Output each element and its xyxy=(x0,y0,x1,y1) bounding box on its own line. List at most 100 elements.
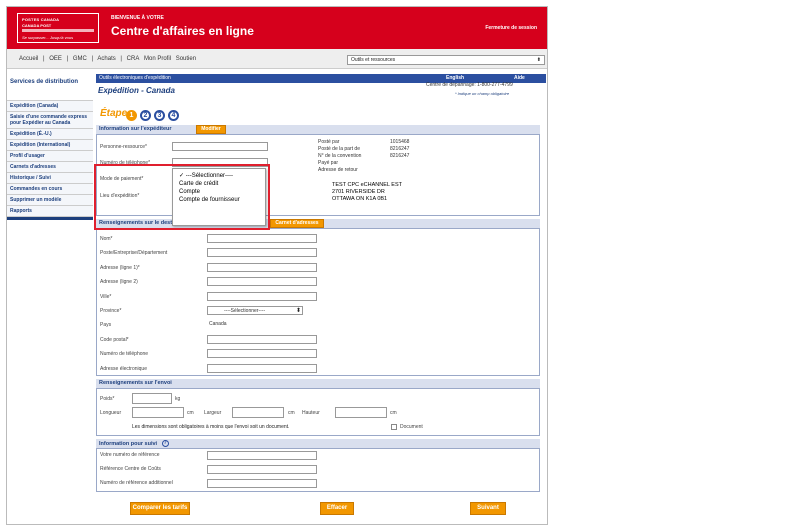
sidebar-item-expedition-canada[interactable]: Expédition (Canada) xyxy=(7,101,93,112)
shipment-heading: Renseignements sur l'envoi xyxy=(96,379,540,388)
length-label: Longueur xyxy=(100,410,122,416)
menu-accueil[interactable]: Accueil xyxy=(19,56,38,62)
recipient-field-input[interactable] xyxy=(207,248,317,258)
help-link[interactable]: Aide xyxy=(514,75,525,81)
info-value-paye-par: 8216247 xyxy=(390,153,410,159)
menu-mon-profil[interactable]: Mon Profil xyxy=(144,56,171,62)
sidebar-end-bar xyxy=(7,217,93,220)
height-label: Hauteur xyxy=(302,410,320,416)
clear-button[interactable]: Effacer xyxy=(320,502,354,515)
recipient-field-label: Pays xyxy=(100,322,112,329)
menu-oee[interactable]: OEE xyxy=(49,56,62,62)
step-label: Étape xyxy=(100,108,128,119)
step-1-indicator: 1 xyxy=(126,110,137,121)
tools-select[interactable]: Outils et ressources ⬍ xyxy=(347,55,545,65)
header-banner: POSTES CANADA CANADA POST Se surpasser..… xyxy=(7,7,547,49)
menu-soutien[interactable]: Soutien xyxy=(176,56,196,62)
tracking-ref-input[interactable] xyxy=(207,451,317,460)
sidebar-item-historique[interactable]: Historique / Suivi xyxy=(7,173,93,184)
menu-sep: | xyxy=(66,56,69,62)
step-4-indicator: 4 xyxy=(168,110,179,121)
info-label-paye-par: Payé par xyxy=(318,160,339,166)
step-2-indicator: 2 xyxy=(140,110,151,121)
menu-achats[interactable]: Achats xyxy=(97,56,115,62)
sidebar-item-profil[interactable]: Profil d'usager xyxy=(7,151,93,162)
main-menu: Accueil | OEE | GMC | Achats | CRA Mon P… xyxy=(7,49,547,69)
chevron-updown-icon: ⬍ xyxy=(536,57,541,63)
tracking-heading-text: Information pour suivi xyxy=(99,440,158,447)
logout-link[interactable]: Fermeture de session xyxy=(485,25,537,31)
sidebar-item-expedition-eu[interactable]: Expédition (É.-U.) xyxy=(7,129,93,140)
english-link[interactable]: English xyxy=(446,75,464,81)
recipient-field-input[interactable] xyxy=(207,349,317,359)
dimensions-note: Les dimensions sont obligatoires à moins… xyxy=(132,424,290,430)
width-label: Largeur xyxy=(204,410,222,416)
sidebar-item-commandes[interactable]: Commandes en cours xyxy=(7,184,93,195)
recipient-field-input[interactable] xyxy=(207,291,317,301)
logo-tagline: Se surpasser... Jusqu'à vous xyxy=(22,35,74,40)
weight-input[interactable] xyxy=(132,393,172,404)
weight-unit: kg xyxy=(175,396,181,402)
recipient-field-label: Poste/Entreprise/Département xyxy=(100,250,168,257)
recipient-field-input: Canada xyxy=(209,321,227,328)
compare-rates-button[interactable]: Comparer les tarifs xyxy=(130,502,190,515)
length-unit: cm xyxy=(187,410,194,416)
recipient-field-label: Numéro de téléphone xyxy=(100,351,149,358)
recipient-field-input[interactable] xyxy=(207,363,317,373)
topbar-label: Outils électroniques d'expédition xyxy=(99,75,171,81)
sidebar-item-saisie-commande[interactable]: Saisie d'une commande express pour Expéd… xyxy=(7,112,93,129)
tracking-cost-label: Référence Centre de Coûts xyxy=(100,466,161,472)
sender-heading-text: Information sur l'expéditeur xyxy=(99,126,172,132)
height-unit: cm xyxy=(390,410,397,416)
recipient-field-input[interactable] xyxy=(207,277,317,287)
modify-button[interactable]: Modifier xyxy=(196,125,226,134)
info-label-convention: N° de la convention xyxy=(318,153,362,159)
recipient-field-input[interactable] xyxy=(207,334,317,344)
sidebar-title: Services de distribution xyxy=(7,75,93,101)
length-input[interactable] xyxy=(132,407,184,418)
menu-cra[interactable]: CRA xyxy=(127,56,140,62)
highlight-box xyxy=(94,164,270,230)
menu-gmc[interactable]: GMC xyxy=(73,56,87,62)
tracking-additional-input[interactable] xyxy=(207,479,317,488)
menu-sep: | xyxy=(120,56,122,62)
next-button[interactable]: Suivant xyxy=(470,502,506,515)
width-input[interactable] xyxy=(232,407,284,418)
sender-info-labels: Posté par Posté de la part de N° de la c… xyxy=(318,139,361,174)
addressbook-button[interactable]: Carnet d'adresses xyxy=(270,219,324,228)
page-title: Expédition - Canada xyxy=(98,86,175,95)
recipient-field-input[interactable] xyxy=(207,234,317,243)
menu-items: Accueil | OEE | GMC | Achats | CRA Mon P… xyxy=(19,56,199,62)
info-label-poste-par: Posté par xyxy=(318,139,340,145)
helpdesk-number: Centre de dépannage: 1-800-277-4799 xyxy=(426,82,513,88)
sidebar-item-supprimer[interactable]: Supprimer un modèle xyxy=(7,195,93,206)
sidebar-item-rapports[interactable]: Rapports xyxy=(7,206,93,217)
recipient-field-label: Adresse électronique xyxy=(100,365,147,372)
recipient-field-label: Adresse (ligne 2) xyxy=(100,279,138,286)
sidebar-item-expedition-international[interactable]: Expédition (International) xyxy=(7,140,93,151)
menu-sep: | xyxy=(91,56,94,62)
return-address: TEST CPC eCHANNEL EST 2701 RIVERSIDE DR … xyxy=(332,182,402,203)
width-unit: cm xyxy=(288,410,295,416)
height-input[interactable] xyxy=(335,407,387,418)
return-address-line-3: OTTAWA ON K1A 0B1 xyxy=(332,196,388,202)
document-label: Document xyxy=(400,424,423,430)
recipient-field-input[interactable]: ----Sélectionner---- xyxy=(207,306,303,315)
document-checkbox[interactable] xyxy=(391,424,397,430)
recipient-field-input[interactable] xyxy=(207,262,317,272)
recipient-field-label: Ville* xyxy=(100,293,112,300)
canada-post-logo[interactable]: POSTES CANADA CANADA POST Se surpasser..… xyxy=(17,13,99,43)
return-address-line-1: TEST CPC eCHANNEL EST xyxy=(332,182,402,188)
sender-heading: Information sur l'expéditeur xyxy=(96,125,540,134)
contact-input[interactable] xyxy=(172,142,268,151)
step-3-indicator: 3 xyxy=(154,110,165,121)
sidebar-item-carnets[interactable]: Carnets d'adresses xyxy=(7,162,93,173)
mandatory-note: * Indique un champ obligatoire xyxy=(455,91,510,96)
tools-select-value: Outils et ressources xyxy=(351,57,396,63)
menu-sep: | xyxy=(43,56,45,62)
logo-line-1: POSTES CANADA xyxy=(22,17,60,22)
tracking-ref-label: Votre numéro de référence xyxy=(100,452,160,458)
help-circle-icon[interactable]: ? xyxy=(161,440,169,447)
tracking-cost-input[interactable] xyxy=(207,465,317,474)
info-label-part-de: Posté de la part de xyxy=(318,146,360,152)
